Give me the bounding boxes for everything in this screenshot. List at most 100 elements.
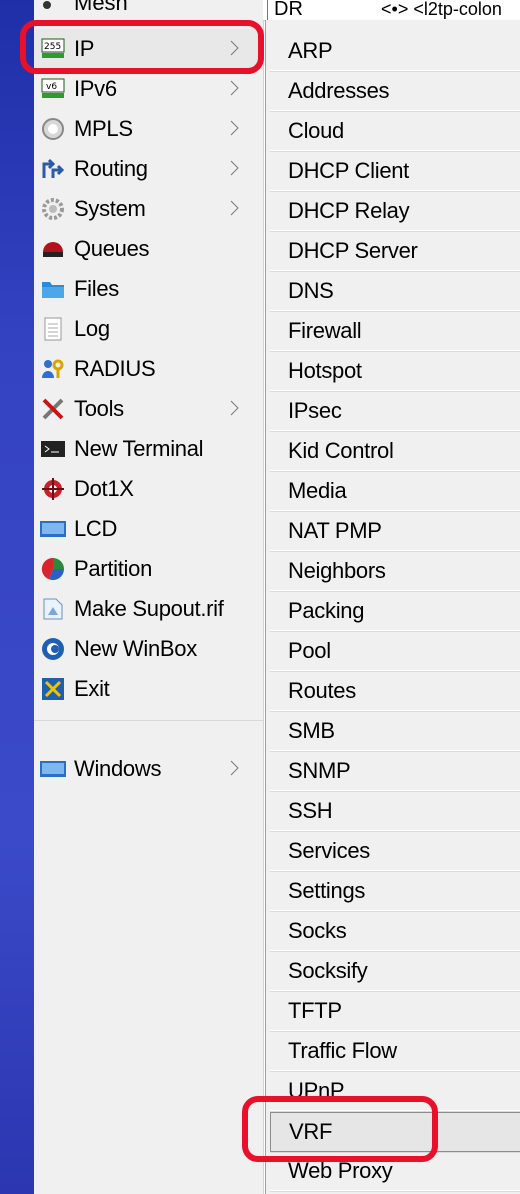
submenu-arrow-icon (230, 120, 239, 136)
submenu-item-label: TFTP (288, 998, 342, 1023)
submenu-item-smb[interactable]: SMB (270, 712, 520, 751)
submenu-arrow-icon (230, 200, 239, 216)
submenu-item-addresses[interactable]: Addresses (270, 72, 520, 111)
lcd-icon (40, 516, 66, 542)
windows-icon (40, 756, 66, 782)
sidebar-vertical-strip (0, 0, 34, 1194)
submenu-item-label: Kid Control (288, 438, 394, 463)
menu-item-tools[interactable]: Tools (34, 389, 263, 429)
submenu-item-packing[interactable]: Packing (270, 592, 520, 631)
routing-icon (40, 156, 66, 182)
folder-icon (40, 276, 66, 302)
menu-item-routing[interactable]: Routing (34, 149, 263, 189)
menu-item-label: Windows (74, 756, 162, 781)
menu-separator (34, 720, 263, 721)
menu-item-mesh[interactable]: Mesh (34, 0, 263, 16)
submenu-item-firewall[interactable]: Firewall (270, 312, 520, 351)
submenu-item-dhcp-client[interactable]: DHCP Client (270, 152, 520, 191)
menu-item-label: New Terminal (74, 436, 204, 461)
submenu-item-arp[interactable]: ARP (270, 32, 520, 71)
menu-item-partition[interactable]: Partition (34, 549, 263, 589)
submenu-item-label: SSH (288, 798, 333, 823)
menu-item-dot1x[interactable]: Dot1X (34, 469, 263, 509)
submenu-item-ssh[interactable]: SSH (270, 792, 520, 831)
submenu-item-label: Pool (288, 638, 331, 663)
ip-submenu: ARP Addresses Cloud DHCP Client DHCP Rel… (265, 20, 520, 1194)
submenu-item-label: ARP (288, 38, 333, 63)
menu-item-make-supout[interactable]: Make Supout.rif (34, 589, 263, 629)
submenu-item-snmp[interactable]: SNMP (270, 752, 520, 791)
submenu-item-ipsec[interactable]: IPsec (270, 392, 520, 431)
annotation-highlight-ip (20, 20, 264, 74)
submenu-item-label: Socksify (288, 958, 368, 983)
system-gear-icon (40, 196, 66, 222)
menu-item-label: IPv6 (74, 76, 117, 101)
submenu-item-label: Routes (288, 678, 356, 703)
submenu-item-dhcp-server[interactable]: DHCP Server (270, 232, 520, 271)
submenu-item-pool[interactable]: Pool (270, 632, 520, 671)
background-table-header: DR <•> <l2tp-colon (263, 0, 520, 21)
menu-item-label: Tools (74, 396, 124, 421)
menu-item-files[interactable]: Files (34, 269, 263, 309)
submenu-item-label: Traffic Flow (288, 1038, 397, 1063)
menu-item-log[interactable]: Log (34, 309, 263, 349)
submenu-item-tftp[interactable]: TFTP (270, 992, 520, 1031)
submenu-item-media[interactable]: Media (270, 472, 520, 511)
submenu-item-dns[interactable]: DNS (270, 272, 520, 311)
menu-item-new-terminal[interactable]: New Terminal (34, 429, 263, 469)
menu-item-label: New WinBox (74, 636, 197, 661)
submenu-item-label: IPsec (288, 398, 342, 423)
submenu-item-kid-control[interactable]: Kid Control (270, 432, 520, 471)
menu-item-label: Mesh (74, 0, 128, 15)
menu-item-lcd[interactable]: LCD (34, 509, 263, 549)
menu-item-exit[interactable]: Exit (34, 669, 263, 709)
submenu-item-label: Hotspot (288, 358, 362, 383)
exit-icon (40, 676, 66, 702)
submenu-item-label: Addresses (288, 78, 390, 103)
submenu-item-dhcp-relay[interactable]: DHCP Relay (270, 192, 520, 231)
mpls-icon (40, 116, 66, 142)
submenu-item-socks[interactable]: Socks (270, 912, 520, 951)
submenu-arrow-icon (230, 80, 239, 96)
dot1x-icon (40, 476, 66, 502)
terminal-icon (40, 436, 66, 462)
menu-item-label: RADIUS (74, 356, 156, 381)
submenu-item-traffic-flow[interactable]: Traffic Flow (270, 1032, 520, 1071)
supout-icon (40, 596, 66, 622)
submenu-item-hotspot[interactable]: Hotspot (270, 352, 520, 391)
ipv6-icon: v6 (40, 76, 66, 102)
menu-item-ipv6[interactable]: v6 IPv6 (34, 69, 263, 109)
submenu-item-label: NAT PMP (288, 518, 382, 543)
submenu-item-label: DHCP Server (288, 238, 418, 263)
submenu-item-label: SMB (288, 718, 335, 743)
submenu-item-label: Firewall (288, 318, 362, 343)
submenu-item-settings[interactable]: Settings (270, 872, 520, 911)
submenu-item-socksify[interactable]: Socksify (270, 952, 520, 991)
menu-item-label: Queues (74, 236, 150, 261)
submenu-item-label: Settings (288, 878, 366, 903)
submenu-item-routes[interactable]: Routes (270, 672, 520, 711)
main-menu: Mesh 255 IP v6 IPv6 MPLS Routing System (34, 0, 264, 1194)
submenu-item-neighbors[interactable]: Neighbors (270, 552, 520, 591)
menu-item-label: Log (74, 316, 110, 341)
menu-item-label: Dot1X (74, 476, 134, 501)
menu-item-radius[interactable]: RADIUS (34, 349, 263, 389)
menu-item-label: System (74, 196, 146, 221)
submenu-item-services[interactable]: Services (270, 832, 520, 871)
submenu-item-label: Services (288, 838, 370, 863)
menu-item-label: LCD (74, 516, 118, 541)
menu-item-queues[interactable]: Queues (34, 229, 263, 269)
tools-icon (40, 396, 66, 422)
submenu-item-cloud[interactable]: Cloud (270, 112, 520, 151)
menu-item-label: Routing (74, 156, 148, 181)
submenu-arrow-icon (230, 760, 239, 776)
menu-item-mpls[interactable]: MPLS (34, 109, 263, 149)
menu-item-new-winbox[interactable]: New WinBox (34, 629, 263, 669)
radius-icon (40, 356, 66, 382)
queues-icon (40, 236, 66, 262)
submenu-arrow-icon (230, 160, 239, 176)
menu-item-windows[interactable]: Windows (34, 749, 263, 789)
menu-item-system[interactable]: System (34, 189, 263, 229)
submenu-item-nat-pmp[interactable]: NAT PMP (270, 512, 520, 551)
partition-pie-icon (40, 556, 66, 582)
